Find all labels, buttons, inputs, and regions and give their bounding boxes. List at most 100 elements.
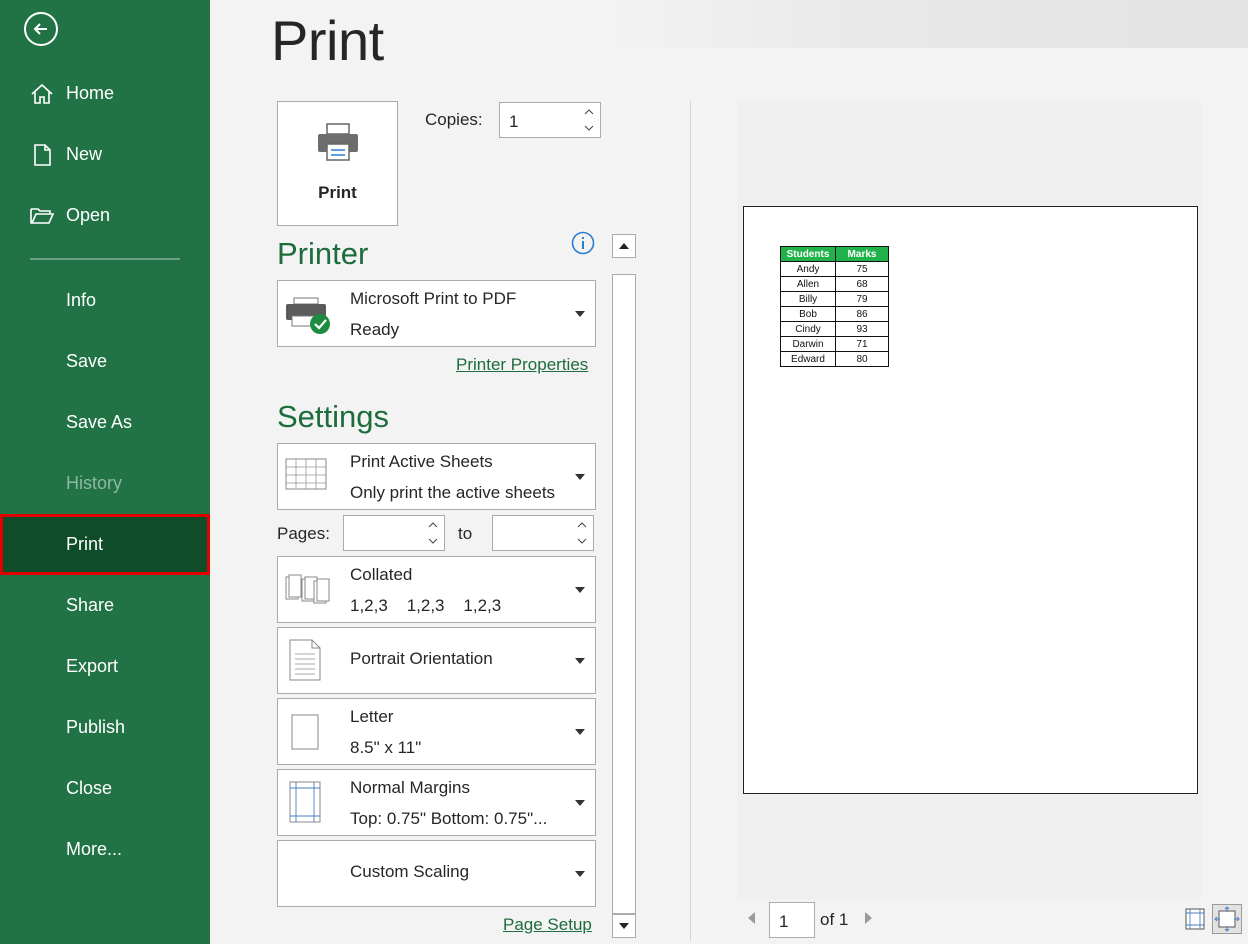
- student-name: Bob: [780, 306, 836, 322]
- nav-share[interactable]: Share: [0, 575, 210, 636]
- student-name: Cindy: [780, 321, 836, 337]
- dropdown-arrow-icon: [575, 871, 585, 877]
- spin-down-icon[interactable]: [577, 536, 587, 546]
- zoom-to-page-icon: [1214, 906, 1240, 932]
- nav-info-label: Info: [66, 290, 97, 310]
- nav-save-as-label: Save As: [66, 412, 133, 432]
- orientation-title: Portrait Orientation: [350, 649, 493, 668]
- spin-down-icon[interactable]: [584, 123, 594, 133]
- previous-page-icon[interactable]: [748, 912, 755, 924]
- print-what-title: Print Active Sheets: [350, 452, 493, 471]
- nav-save[interactable]: Save: [0, 331, 210, 392]
- margins-dropdown[interactable]: Normal Margins Top: 0.75" Bottom: 0.75".…: [277, 769, 596, 836]
- table-row: Bob 86: [780, 306, 889, 322]
- page-setup-link[interactable]: Page Setup: [503, 915, 592, 935]
- collation-dropdown[interactable]: Collated 1,2,3 1,2,3 1,2,3: [277, 556, 596, 623]
- preview-page: Students Marks Andy 75 Allen 68 Billy 79 Bo…: [743, 206, 1198, 794]
- student-name: Billy: [780, 291, 836, 307]
- next-page-icon[interactable]: [865, 912, 872, 924]
- new-document-icon: [34, 144, 51, 166]
- home-icon: [31, 83, 53, 104]
- scaling-dropdown[interactable]: Custom Scaling: [277, 840, 596, 907]
- copies-label: Copies:: [425, 110, 483, 129]
- backstage-sidebar: Home New Open Info Save Save As History …: [0, 0, 210, 944]
- student-name: Darwin: [780, 336, 836, 352]
- student-name: Edward: [780, 351, 836, 367]
- table-header: Marks: [835, 246, 889, 262]
- print-what-dropdown[interactable]: Print Active Sheets Only print the activ…: [277, 443, 596, 510]
- dropdown-arrow-icon: [575, 729, 585, 735]
- nav-export[interactable]: Export: [0, 636, 210, 697]
- dropdown-arrow-icon: [575, 587, 585, 593]
- table-row: Edward 80: [780, 351, 889, 367]
- nav-print[interactable]: Print: [0, 514, 210, 575]
- printer-dropdown[interactable]: Microsoft Print to PDF Ready: [277, 280, 596, 347]
- student-mark: 68: [835, 276, 889, 292]
- nav-export-label: Export: [66, 656, 119, 676]
- printer-properties-link[interactable]: Printer Properties: [456, 355, 588, 375]
- nav-history: History: [0, 453, 210, 514]
- pages-from-spinner[interactable]: [343, 515, 445, 551]
- nav-home[interactable]: Home: [0, 63, 210, 124]
- scroll-up-icon: [619, 243, 629, 249]
- nav-new[interactable]: New: [0, 124, 210, 185]
- nav-more[interactable]: More...: [0, 819, 210, 880]
- paper-size-title: Letter: [350, 707, 394, 726]
- table-row: Cindy 93: [780, 321, 889, 337]
- scroll-track[interactable]: [612, 274, 636, 914]
- printer-icon: [318, 123, 358, 161]
- show-margins-icon[interactable]: [1183, 907, 1207, 931]
- sidebar-divider: [30, 258, 180, 260]
- student-mark: 75: [835, 261, 889, 277]
- nav-info[interactable]: Info: [0, 270, 210, 331]
- orientation-dropdown[interactable]: Portrait Orientation: [277, 627, 596, 694]
- dropdown-arrow-icon: [575, 658, 585, 664]
- student-mark: 80: [835, 351, 889, 367]
- portrait-page-icon: [289, 639, 321, 681]
- nav-close[interactable]: Close: [0, 758, 210, 819]
- paper-size-dropdown[interactable]: Letter 8.5" x 11": [277, 698, 596, 765]
- collation-subtitle: 1,2,3 1,2,3 1,2,3: [350, 596, 502, 615]
- back-arrow-icon: [33, 23, 47, 35]
- pages-to-spinner[interactable]: [492, 515, 594, 551]
- info-icon[interactable]: [571, 231, 595, 255]
- spin-up-icon[interactable]: [577, 520, 587, 530]
- dropdown-arrow-icon: [575, 311, 585, 317]
- page-number-input[interactable]: 1: [769, 902, 815, 938]
- copies-value: 1: [509, 112, 519, 131]
- page-title: Print: [271, 9, 384, 72]
- pages-label: Pages:: [277, 524, 330, 543]
- zoom-to-page-button[interactable]: [1212, 904, 1242, 934]
- table-row: Andy 75: [780, 261, 889, 277]
- print-button-label: Print: [318, 183, 357, 202]
- collated-pages-icon: [285, 574, 330, 604]
- copies-spinner[interactable]: 1: [499, 102, 601, 138]
- scroll-down-button[interactable]: [612, 914, 636, 938]
- settings-section-title: Settings: [277, 399, 390, 434]
- student-mark: 71: [835, 336, 889, 352]
- dropdown-arrow-icon: [575, 800, 585, 806]
- nav-save-label: Save: [66, 351, 108, 371]
- print-button[interactable]: Print: [277, 101, 398, 226]
- spin-down-icon[interactable]: [428, 536, 438, 546]
- nav-share-label: Share: [66, 595, 115, 615]
- spin-up-icon[interactable]: [584, 107, 594, 117]
- scaling-title: Custom Scaling: [350, 862, 470, 881]
- paper-size-icon: [291, 714, 319, 750]
- spin-up-icon[interactable]: [428, 520, 438, 530]
- printer-status: Ready: [350, 320, 400, 339]
- scroll-up-button[interactable]: [612, 234, 636, 258]
- folder-open-icon: [30, 208, 55, 224]
- nav-publish[interactable]: Publish: [0, 697, 210, 758]
- nav-new-label: New: [66, 144, 103, 164]
- print-backstage-main: Print Print Copies: 1 Printer Microsoft …: [210, 0, 1248, 944]
- nav-close-label: Close: [66, 778, 113, 798]
- table-row: Billy 79: [780, 291, 889, 307]
- nav-history-label: History: [66, 473, 123, 493]
- back-button[interactable]: [24, 12, 58, 46]
- settings-scrollbar[interactable]: [612, 234, 636, 938]
- nav-save-as[interactable]: Save As: [0, 392, 210, 453]
- table-row: Darwin 71: [780, 336, 889, 352]
- nav-publish-label: Publish: [66, 717, 126, 737]
- nav-open[interactable]: Open: [0, 185, 210, 246]
